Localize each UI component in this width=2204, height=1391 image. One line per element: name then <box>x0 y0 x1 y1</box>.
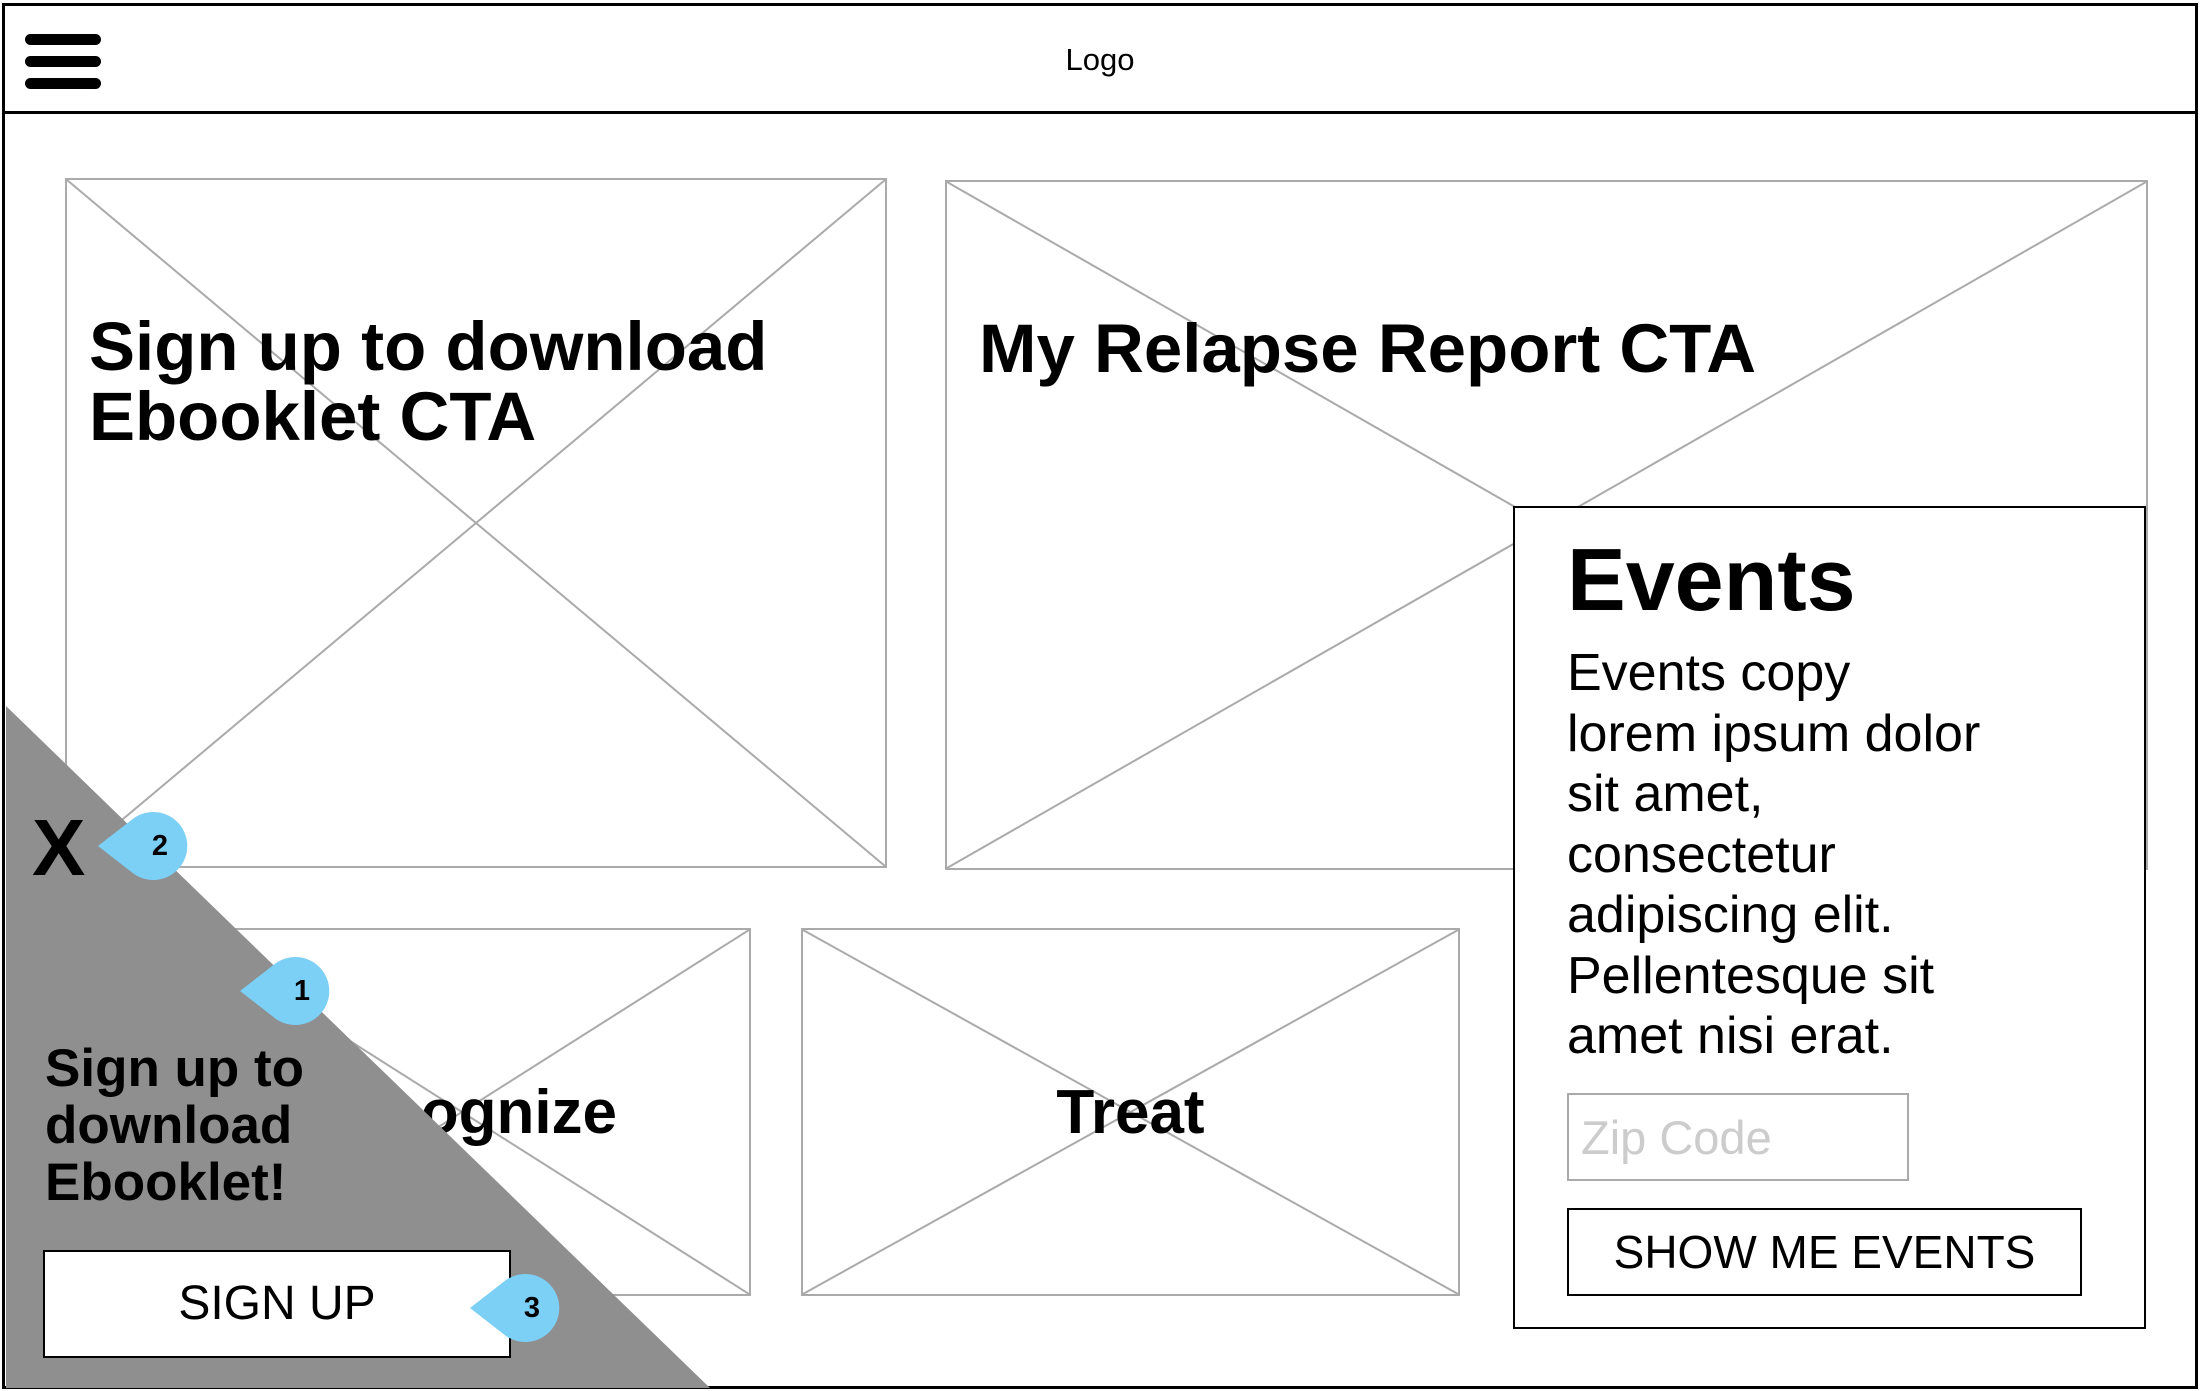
close-popup-button[interactable]: X <box>32 808 85 888</box>
signup-button[interactable]: SIGN UP <box>43 1250 511 1358</box>
show-me-events-button[interactable]: SHOW ME EVENTS <box>1567 1208 2082 1296</box>
image-placeholder-icon <box>67 180 885 866</box>
events-panel: Events Events copy lorem ipsum dolor sit… <box>1513 506 2146 1329</box>
recognize-tile-title: Recognize <box>306 1078 618 1147</box>
recognize-tile[interactable]: Recognize <box>173 928 751 1296</box>
logo[interactable]: Logo <box>5 40 2195 80</box>
ebooklet-cta-card[interactable]: Sign up to download Ebooklet CTA <box>65 178 887 868</box>
events-title: Events <box>1567 530 1856 629</box>
treat-tile[interactable]: Treat <box>801 928 1460 1296</box>
header: Logo <box>5 6 2195 114</box>
treat-tile-title: Treat <box>1056 1078 1205 1147</box>
events-copy: Events copy lorem ipsum dolor sit amet, … <box>1567 644 1981 1065</box>
ebooklet-cta-title: Sign up to download Ebooklet CTA <box>89 308 768 455</box>
page-frame: Logo Sign up to download Ebooklet CTA My… <box>2 3 2198 1389</box>
zip-code-input[interactable] <box>1567 1093 1909 1181</box>
relapse-report-cta-title: My Relapse Report CTA <box>979 310 1757 387</box>
